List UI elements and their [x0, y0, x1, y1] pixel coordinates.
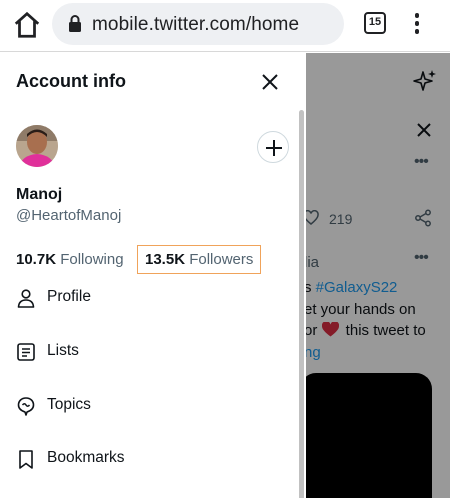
followers-label: Followers: [189, 251, 254, 268]
followers-stat[interactable]: 13.5K Followers: [137, 245, 262, 274]
bookmark-icon: [19, 450, 33, 469]
plus-icon: [266, 140, 282, 156]
person-icon: [17, 289, 35, 308]
browser-menu-icon[interactable]: [413, 13, 421, 35]
menu-item-label: Bookmarks: [47, 449, 125, 466]
menu-item-profile[interactable]: Profile: [16, 278, 286, 318]
menu-item-lists[interactable]: Lists: [16, 332, 286, 372]
following-count: 10.7K: [16, 251, 57, 268]
followers-count: 13.5K: [145, 251, 186, 268]
menu-item-label: Lists: [47, 342, 79, 359]
account-drawer: Account info Manoj @HeartofManoj 10.7K F…: [0, 53, 306, 498]
following-stat[interactable]: 10.7K Following: [16, 251, 124, 268]
browser-toolbar: mobile.twitter.com/home 15: [0, 0, 450, 52]
lists-icon: [17, 343, 35, 361]
topics-icon: [17, 397, 35, 416]
menu-item-topics[interactable]: Topics: [16, 386, 286, 426]
add-account-button[interactable]: [257, 131, 289, 163]
lock-icon: [69, 15, 81, 32]
user-handle: @HeartofManoj: [16, 207, 122, 224]
menu-item-bookmarks[interactable]: Bookmarks: [16, 439, 286, 479]
display-name: Manoj: [16, 186, 63, 203]
drawer-scrollbar[interactable]: [299, 110, 304, 498]
following-label: Following: [60, 251, 124, 268]
menu-item-label: Topics: [47, 396, 91, 413]
close-icon[interactable]: [261, 73, 279, 91]
address-bar[interactable]: mobile.twitter.com/home: [52, 3, 344, 45]
drawer-title: Account info: [16, 71, 126, 91]
menu-item-label: Profile: [47, 288, 91, 305]
tab-switcher-button[interactable]: 15: [364, 12, 386, 34]
home-icon[interactable]: [12, 10, 42, 40]
avatar[interactable]: [16, 125, 58, 167]
avatar-photo-icon: [16, 125, 58, 167]
url-text[interactable]: mobile.twitter.com/home: [92, 14, 299, 36]
